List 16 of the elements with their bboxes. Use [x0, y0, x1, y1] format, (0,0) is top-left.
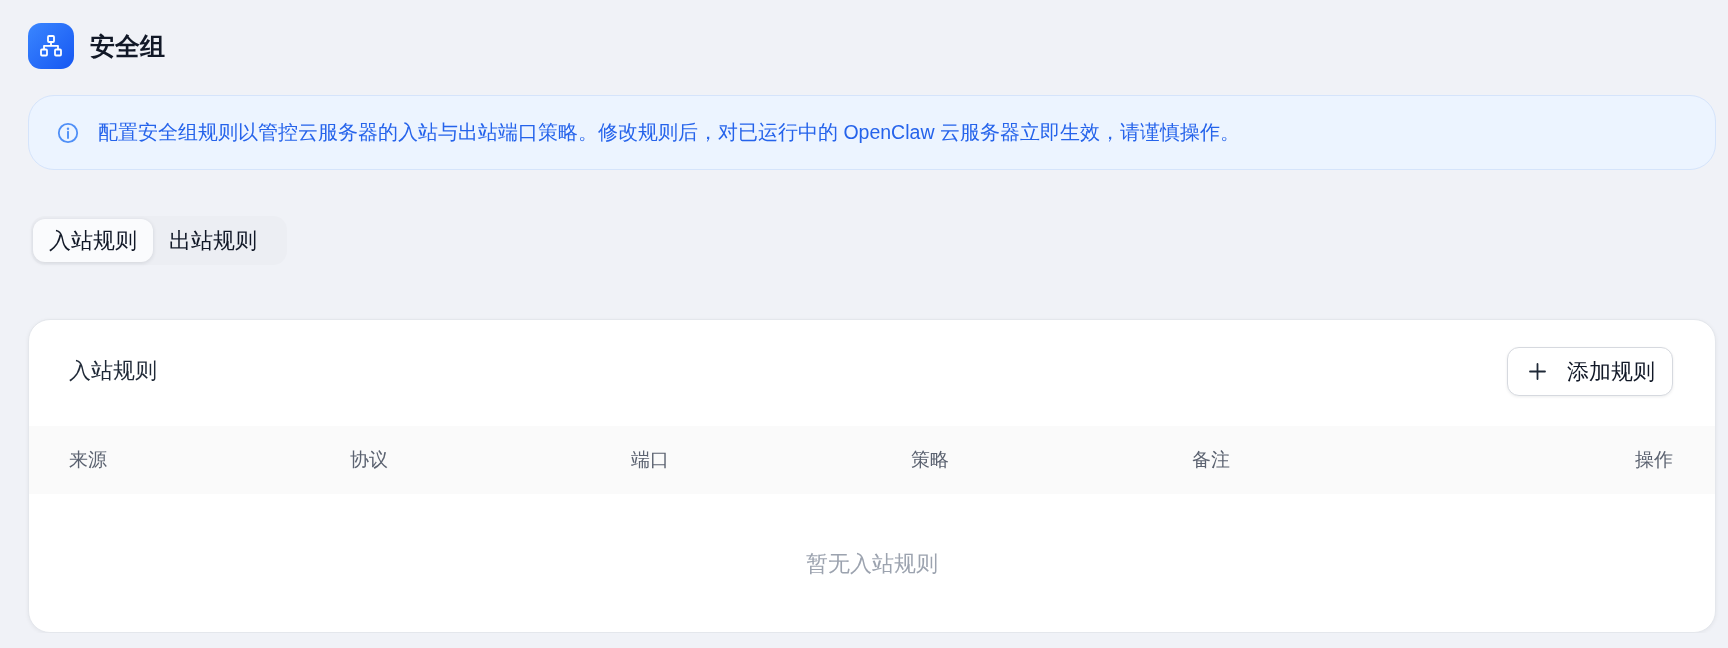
column-header: 备注	[1192, 448, 1231, 472]
column-header: 来源	[69, 448, 107, 472]
card-title: 入站规则	[69, 358, 157, 385]
plus-icon	[1529, 363, 1546, 380]
column-header: 端口	[630, 448, 669, 472]
hierarchy-icon	[28, 22, 74, 69]
page-title: 安全组	[90, 30, 165, 61]
empty-state-text: 暂无入站规则	[806, 550, 938, 578]
tab[interactable]: 出站规则	[153, 219, 273, 262]
info-icon	[57, 121, 79, 144]
tab[interactable]: 入站规则	[33, 219, 153, 262]
add-rule-button[interactable]: 添加规则	[1507, 347, 1673, 396]
column-header: 操作	[1635, 448, 1673, 472]
notice-text: 配置安全组规则以管控云服务器的入站与出站端口策略。修改规则后，对已运行中的 OpenClaw 云服务器立即生效，请谨慎操作。	[98, 119, 1240, 145]
column-header: 策略	[911, 448, 950, 472]
column-header: 协议	[349, 448, 388, 472]
